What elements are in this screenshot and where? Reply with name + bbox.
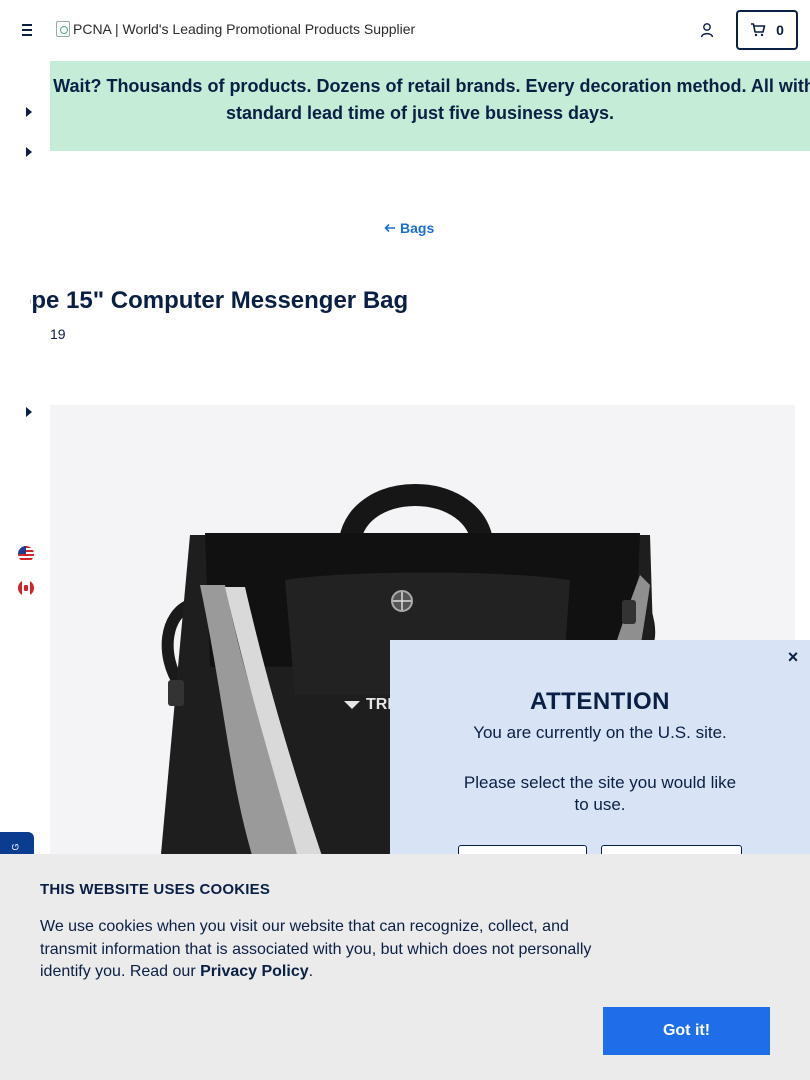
chevron-right-icon[interactable] bbox=[24, 407, 34, 417]
privacy-policy-link[interactable]: Privacy Policy bbox=[200, 963, 309, 980]
promo-banner: Why Wait? Thousands of products. Dozens … bbox=[50, 61, 810, 151]
cart-button[interactable]: 0 bbox=[736, 10, 798, 50]
logo-alt-text: PCNA | World's Leading Promotional Produ… bbox=[73, 21, 416, 37]
accept-cookies-button[interactable]: Got it! bbox=[603, 1007, 770, 1055]
account-icon[interactable] bbox=[700, 22, 716, 38]
site-header: PCNA | World's Leading Promotional Produ… bbox=[0, 0, 810, 61]
product-title-wrap: Slope 15" Computer Messenger Bag bbox=[30, 280, 810, 320]
modal-message: You are currently on the U.S. site. bbox=[473, 723, 727, 742]
menu-icon[interactable] bbox=[18, 20, 38, 40]
canada-flag-icon[interactable] bbox=[18, 580, 34, 596]
feedback-label: G bbox=[10, 843, 21, 851]
arrow-left-icon bbox=[384, 223, 395, 233]
chevron-right-icon[interactable] bbox=[24, 147, 34, 157]
modal-title: ATTENTION bbox=[529, 688, 671, 715]
us-flag-icon[interactable] bbox=[18, 546, 34, 562]
promo-text: Why Wait? Thousands of products. Dozens … bbox=[50, 76, 810, 123]
cart-count: 0 bbox=[776, 22, 784, 38]
cart-icon bbox=[751, 23, 766, 37]
cookie-text-end: . bbox=[308, 963, 314, 980]
product-code: 19 bbox=[50, 326, 66, 342]
bag-brand-text: TRI bbox=[366, 696, 392, 713]
product-title: Slope 15" Computer Messenger Bag bbox=[30, 287, 409, 314]
site-logo[interactable]: PCNA | World's Leading Promotional Produ… bbox=[56, 21, 415, 37]
cookie-text: We use cookies when you visit our websit… bbox=[40, 916, 600, 984]
back-link-label: Bags bbox=[400, 220, 435, 236]
cookie-text-body: We use cookies when you visit our websit… bbox=[40, 918, 592, 980]
close-icon[interactable]: × bbox=[784, 648, 802, 666]
modal-question: Please select the site you would like to… bbox=[463, 773, 737, 814]
chevron-right-icon[interactable] bbox=[24, 107, 34, 117]
broken-image-icon bbox=[56, 21, 70, 37]
cookie-title: THIS WEBSITE USES COOKIES bbox=[40, 881, 271, 898]
back-to-category-link[interactable]: Bags bbox=[384, 220, 434, 236]
